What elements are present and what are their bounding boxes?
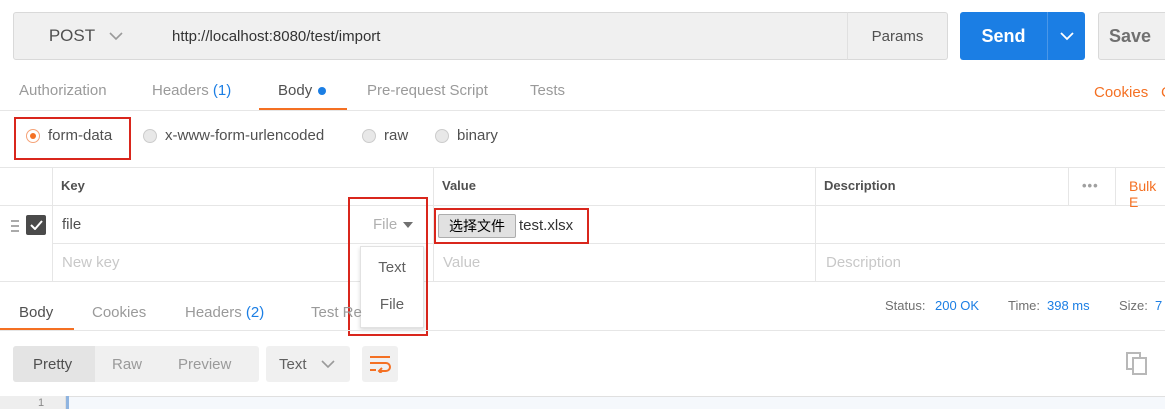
- wrap-lines-button[interactable]: [362, 346, 398, 382]
- type-dropdown-menu: Text File: [360, 246, 424, 328]
- table-col-divider: [52, 167, 53, 281]
- code-link[interactable]: C: [1161, 84, 1165, 101]
- line-number: 1: [38, 397, 45, 409]
- radio-raw[interactable]: raw: [362, 127, 408, 144]
- column-header-key: Key: [61, 178, 85, 193]
- tab-body-label: Body: [278, 82, 313, 99]
- radio-unselected-icon: [362, 128, 376, 143]
- radio-urlencoded[interactable]: x-www-form-urlencoded: [143, 127, 324, 144]
- response-tab-headers[interactable]: Headers (2): [185, 304, 264, 321]
- divider: [0, 330, 1165, 331]
- type-select[interactable]: File: [373, 216, 414, 233]
- view-mode-preview[interactable]: Preview: [178, 356, 231, 373]
- table-col-divider: [1115, 167, 1116, 205]
- format-select-label: Text: [279, 355, 307, 373]
- format-select[interactable]: Text: [266, 346, 350, 382]
- tab-prerequest-label: Pre-request Script: [367, 82, 488, 99]
- table-header-border: [0, 205, 1165, 206]
- drag-handle-icon[interactable]: [11, 220, 19, 232]
- chevron-down-icon: [1059, 31, 1074, 40]
- response-tab-headers-label: Headers: [185, 304, 242, 321]
- dropdown-option-text[interactable]: Text: [361, 259, 423, 276]
- wrap-lines-icon: [370, 356, 391, 373]
- save-button[interactable]: Save: [1098, 12, 1165, 60]
- new-value-input[interactable]: Value: [443, 254, 480, 271]
- copy-icon[interactable]: [1126, 352, 1148, 380]
- tab-headers[interactable]: Headers (1): [152, 82, 231, 99]
- status-value: 200 OK: [935, 298, 980, 313]
- table-row-border: [52, 243, 1165, 244]
- cookies-link[interactable]: Cookies: [1094, 84, 1148, 101]
- method-select[interactable]: POST: [13, 12, 159, 60]
- body-modified-dot: [318, 87, 327, 96]
- table-bottom-border: [0, 281, 1165, 282]
- tab-tests[interactable]: Tests: [530, 82, 565, 99]
- params-button[interactable]: Params: [847, 12, 948, 60]
- response-headers-count-badge: (2): [245, 304, 265, 321]
- column-header-value: Value: [442, 178, 476, 193]
- size-label: Size:: [1119, 298, 1148, 313]
- send-options-button[interactable]: [1047, 12, 1085, 60]
- send-label: Send: [981, 25, 1026, 46]
- type-select-label: File: [373, 216, 398, 233]
- editor-cursor-line: [66, 396, 69, 409]
- response-tab-test-results[interactable]: Test Re: [311, 304, 362, 321]
- tab-body[interactable]: Body: [278, 82, 327, 99]
- params-label: Params: [871, 27, 924, 45]
- response-editor[interactable]: [0, 396, 1165, 409]
- chevron-down-icon: [320, 359, 335, 368]
- editor-gutter: [0, 396, 66, 409]
- dropdown-option-file[interactable]: File: [361, 296, 423, 313]
- row-enabled-checkbox[interactable]: [26, 215, 46, 235]
- radio-urlencoded-label: x-www-form-urlencoded: [165, 127, 325, 144]
- new-key-input[interactable]: New key: [62, 254, 120, 271]
- radio-selected-icon: [26, 128, 40, 143]
- file-name: test.xlsx: [519, 217, 574, 234]
- save-label: Save: [1109, 25, 1152, 46]
- choose-file-button[interactable]: 选择文件: [438, 214, 516, 238]
- headers-count-badge: (1): [212, 82, 232, 99]
- tab-headers-label: Headers: [152, 82, 209, 99]
- bulk-edit-link[interactable]: Bulk E: [1129, 178, 1165, 210]
- status-label: Status:: [885, 298, 926, 313]
- send-button[interactable]: Send: [960, 12, 1047, 60]
- tab-tests-label: Tests: [530, 82, 566, 99]
- view-mode-pretty[interactable]: Pretty: [33, 356, 72, 373]
- size-value: 7: [1155, 298, 1163, 313]
- view-mode-raw[interactable]: Raw: [112, 356, 142, 373]
- more-options-icon[interactable]: •••: [1082, 178, 1099, 193]
- radio-binary-label: binary: [457, 127, 498, 144]
- radio-unselected-icon: [435, 128, 449, 143]
- radio-unselected-icon: [143, 128, 157, 143]
- tab-prerequest-script[interactable]: Pre-request Script: [367, 82, 488, 99]
- divider: [0, 110, 1165, 111]
- response-tab-body[interactable]: Body: [19, 304, 53, 321]
- table-col-divider: [1068, 167, 1069, 205]
- time-label: Time:: [1008, 298, 1041, 313]
- row-key[interactable]: file: [62, 216, 81, 233]
- checkmark-icon: [29, 220, 43, 230]
- response-tab-cookies[interactable]: Cookies: [92, 304, 146, 321]
- tab-authorization-label: Authorization: [19, 82, 107, 99]
- tab-authorization[interactable]: Authorization: [19, 82, 107, 99]
- caret-down-icon: [403, 221, 414, 228]
- url-input[interactable]: http://localhost:8080/test/import: [158, 12, 848, 60]
- url-text: http://localhost:8080/test/import: [172, 27, 381, 45]
- radio-raw-label: raw: [384, 127, 409, 144]
- method-label: POST: [48, 26, 96, 45]
- radio-form-data[interactable]: form-data: [26, 127, 112, 144]
- chevron-down-icon: [109, 31, 123, 40]
- radio-form-data-label: form-data: [48, 127, 113, 144]
- time-value: 398 ms: [1047, 298, 1090, 313]
- table-top-border: [0, 167, 1165, 168]
- new-description-input[interactable]: Description: [826, 254, 901, 271]
- column-header-description: Description: [824, 178, 896, 193]
- radio-binary[interactable]: binary: [435, 127, 498, 144]
- table-col-divider: [815, 167, 816, 281]
